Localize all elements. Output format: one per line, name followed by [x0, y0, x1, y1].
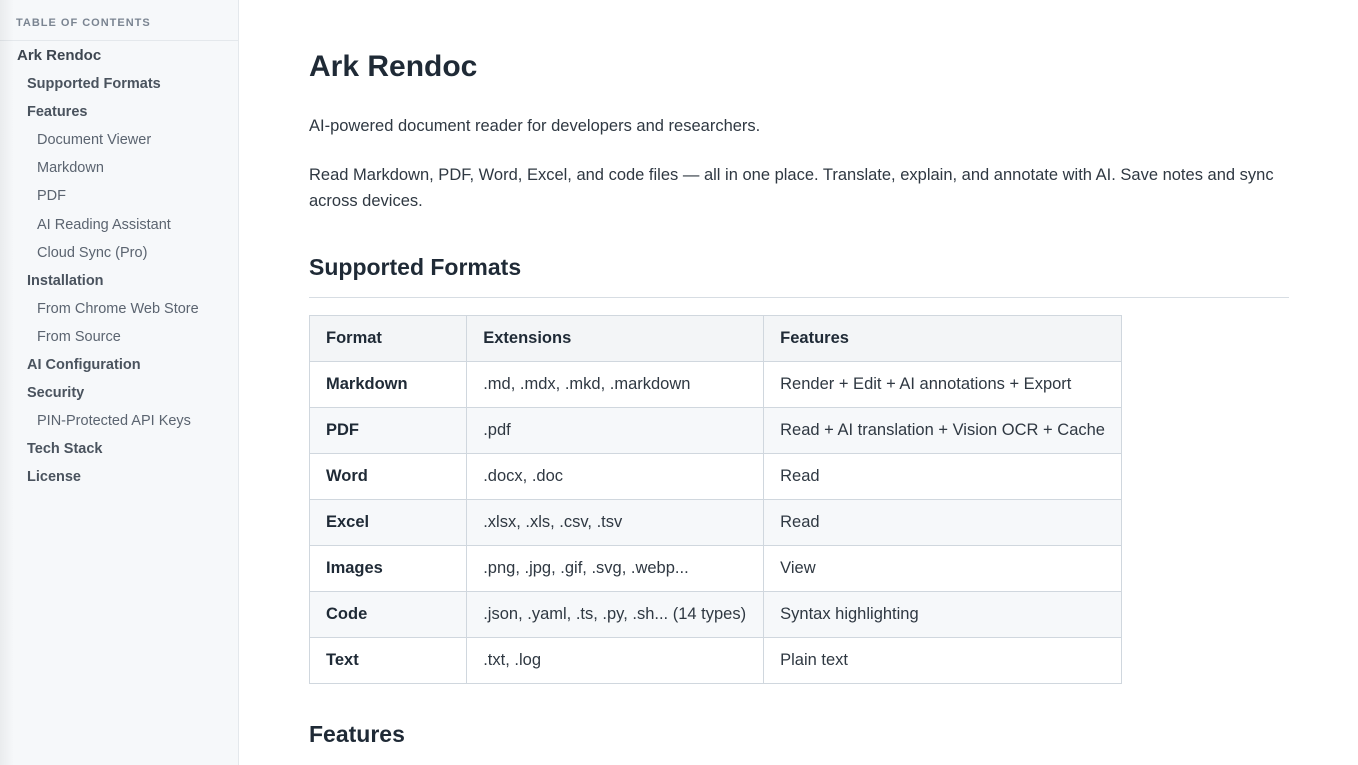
toc-item-license[interactable]: License: [0, 463, 238, 491]
toc-list: Ark Rendoc Supported Formats Features Do…: [0, 41, 238, 492]
toc-item-from-chrome-web-store[interactable]: From Chrome Web Store: [0, 295, 238, 323]
table-cell-format: Word: [308, 453, 468, 500]
table-cell-features: Read: [763, 453, 1122, 500]
supported-formats-table: Format Extensions Features Markdown .md,…: [308, 315, 1122, 684]
table-cell-features: View: [763, 545, 1122, 592]
description-paragraph: Read Markdown, PDF, Word, Excel, and cod…: [309, 166, 1274, 210]
table-row: Images .png, .jpg, .gif, .svg, .webp... …: [308, 545, 1122, 592]
section-divider: [309, 297, 1289, 298]
toc-item-ai-reading-assistant[interactable]: AI Reading Assistant: [0, 211, 238, 239]
toc-item-document-viewer[interactable]: Document Viewer: [0, 126, 238, 154]
toc-item-ai-configuration[interactable]: AI Configuration: [0, 351, 238, 379]
toc-item-cloud-sync[interactable]: Cloud Sync (Pro): [0, 239, 238, 267]
table-row: Word .docx, .doc Read: [308, 453, 1122, 500]
table-cell-extensions: .txt, .log: [466, 637, 765, 684]
table-cell-format: Images: [308, 545, 468, 592]
lead-paragraph: AI-powered document reader for developer…: [309, 117, 761, 135]
table-header-row: Format Extensions Features: [308, 315, 1122, 362]
table-cell-features: Read + AI translation + Vision OCR + Cac…: [763, 407, 1122, 454]
table-cell-format: Excel: [308, 499, 468, 546]
table-cell-extensions: .json, .yaml, .ts, .py, .sh... (14 types…: [466, 591, 765, 638]
toc-header: TABLE OF CONTENTS: [0, 0, 238, 41]
table-cell-extensions: .png, .jpg, .gif, .svg, .webp...: [466, 545, 765, 592]
toc-item-security[interactable]: Security: [0, 379, 238, 407]
table-row: Text .txt, .log Plain text: [308, 637, 1122, 684]
toc-item-markdown[interactable]: Markdown: [0, 154, 238, 182]
table-cell-format: Text: [308, 637, 468, 684]
table-row: PDF .pdf Read + AI translation + Vision …: [308, 407, 1122, 454]
page-title: Ark Rendoc: [309, 50, 478, 83]
toc-item-features[interactable]: Features: [0, 98, 238, 126]
table-cell-format: Code: [308, 591, 468, 638]
table-row: Code .json, .yaml, .ts, .py, .sh... (14 …: [308, 591, 1122, 638]
toc-item-supported-formats[interactable]: Supported Formats: [0, 70, 238, 98]
table-cell-extensions: .docx, .doc: [466, 453, 765, 500]
table-cell-features: Read: [763, 499, 1122, 546]
table-row: Excel .xlsx, .xls, .csv, .tsv Read: [308, 499, 1122, 546]
table-cell-features: Syntax highlighting: [763, 591, 1122, 638]
table-cell-format: PDF: [308, 407, 468, 454]
table-header-features: Features: [763, 315, 1122, 362]
toc-item-tech-stack[interactable]: Tech Stack: [0, 435, 238, 463]
section-heading-supported-formats: Supported Formats: [309, 254, 522, 280]
table-cell-extensions: .md, .mdx, .mkd, .markdown: [466, 361, 765, 408]
table-cell-extensions: .pdf: [466, 407, 765, 454]
toc-item-pdf[interactable]: PDF: [0, 182, 238, 210]
table-header-format: Format: [308, 315, 468, 362]
table-row: Markdown .md, .mdx, .mkd, .markdown Rend…: [308, 361, 1122, 408]
toc-item-from-source[interactable]: From Source: [0, 323, 238, 351]
section-heading-features: Features: [309, 721, 405, 747]
toc-item-installation[interactable]: Installation: [0, 267, 238, 295]
table-header-extensions: Extensions: [466, 315, 765, 362]
table-cell-features: Render + Edit + AI annotations + Export: [763, 361, 1122, 408]
toc-item-pin-protected-api-keys[interactable]: PIN-Protected API Keys: [0, 407, 238, 435]
table-cell-extensions: .xlsx, .xls, .csv, .tsv: [466, 499, 765, 546]
toc-item-ark-rendoc[interactable]: Ark Rendoc: [0, 42, 238, 70]
table-cell-features: Plain text: [763, 637, 1122, 684]
table-cell-format: Markdown: [308, 361, 468, 408]
toc-sidebar: TABLE OF CONTENTS Ark Rendoc Supported F…: [0, 0, 239, 765]
